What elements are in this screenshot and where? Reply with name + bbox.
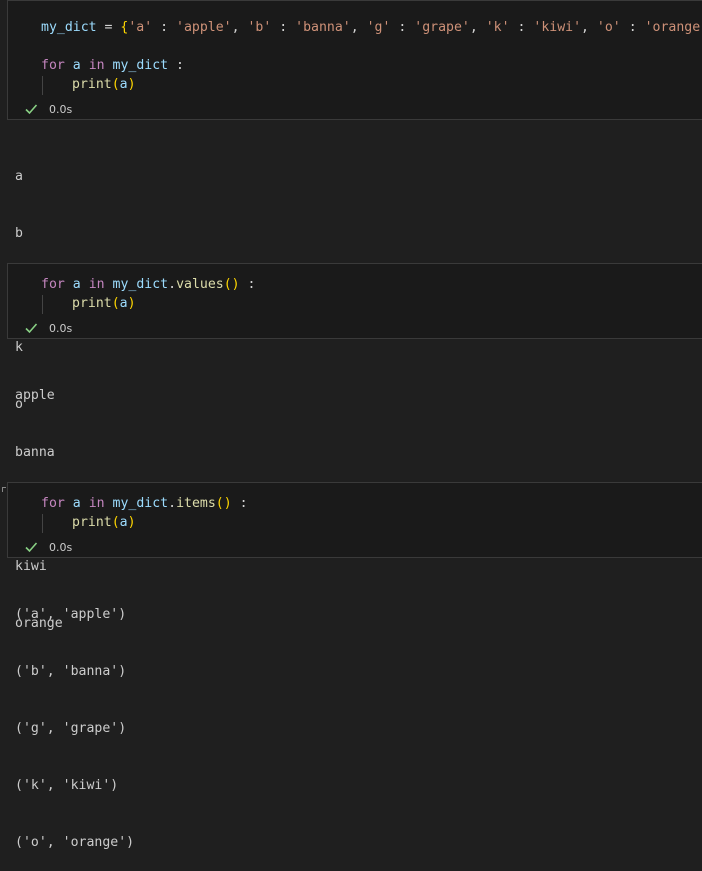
execution-time: 0.0s bbox=[49, 540, 73, 554]
indent-guide bbox=[42, 514, 43, 533]
code-line[interactable]: print(a) bbox=[72, 513, 136, 532]
execution-status: 0.0s bbox=[24, 100, 72, 118]
cell-output-3: ('a', 'apple') ('b', 'banna') ('g', 'gra… bbox=[15, 567, 134, 871]
execution-status: 0.0s bbox=[24, 319, 72, 337]
check-icon bbox=[25, 542, 38, 553]
code-line[interactable]: for a in my_dict : bbox=[41, 56, 184, 75]
output-line: banna bbox=[15, 445, 55, 460]
check-icon bbox=[25, 323, 38, 334]
check-icon bbox=[25, 104, 38, 115]
output-line: ('b', 'banna') bbox=[15, 664, 127, 679]
output-line: ('a', 'apple') bbox=[15, 607, 127, 622]
execution-time: 0.0s bbox=[49, 321, 73, 335]
cell-collapse-marker[interactable] bbox=[2, 487, 6, 492]
output-line: b bbox=[15, 226, 23, 241]
output-line: a bbox=[15, 169, 23, 184]
code-line[interactable]: for a in my_dict.values() : bbox=[41, 275, 255, 294]
output-line: ('k', 'kiwi') bbox=[15, 778, 119, 793]
code-cell-1[interactable]: my_dict = {'a' : 'apple', 'b' : 'banna',… bbox=[7, 0, 702, 120]
execution-status: 0.0s bbox=[24, 538, 72, 556]
code-line[interactable]: print(a) bbox=[72, 294, 136, 313]
output-line: ('g', 'grape') bbox=[15, 721, 127, 736]
code-cell-3[interactable]: for a in my_dict.items() : print(a) 0.0s bbox=[7, 482, 702, 558]
indent-guide bbox=[42, 76, 43, 95]
indent-guide bbox=[42, 295, 43, 314]
code-line[interactable]: for a in my_dict.items() : bbox=[41, 494, 248, 513]
output-line: apple bbox=[15, 388, 55, 403]
execution-time: 0.0s bbox=[49, 102, 73, 116]
code-line[interactable]: my_dict = {'a' : 'apple', 'b' : 'banna',… bbox=[41, 18, 702, 37]
code-cell-2[interactable]: for a in my_dict.values() : print(a) 0.0… bbox=[7, 263, 702, 339]
output-line: ('o', 'orange') bbox=[15, 835, 135, 850]
code-line[interactable]: print(a) bbox=[72, 75, 136, 94]
